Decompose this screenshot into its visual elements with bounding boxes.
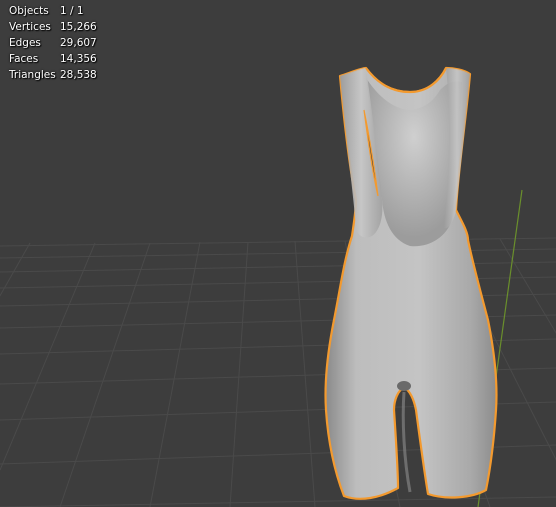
stat-value: 1 / 1 [60, 5, 84, 17]
mesh-crotch-shadow [397, 381, 411, 391]
stat-label: Triangles [9, 69, 56, 81]
stat-triangles: Triangles 28,538 [9, 67, 97, 83]
stat-vertices: Vertices 15,266 [9, 19, 97, 35]
stat-objects: Objects 1 / 1 [9, 3, 97, 19]
stat-label: Objects [9, 5, 49, 17]
stat-label: Faces [9, 53, 39, 65]
3d-viewport[interactable]: Objects 1 / 1 Vertices 15,266 Edges 29,6… [0, 0, 556, 507]
stat-label: Edges [9, 37, 41, 49]
stat-value: 14,356 [60, 53, 97, 65]
bib-shorts-mesh[interactable] [324, 66, 498, 500]
stat-value: 28,538 [60, 69, 97, 81]
stat-value: 15,266 [60, 21, 97, 33]
scene-statistics-overlay: Objects 1 / 1 Vertices 15,266 Edges 29,6… [9, 3, 97, 83]
stat-value: 29,607 [60, 37, 97, 49]
stat-faces: Faces 14,356 [9, 51, 97, 67]
stat-label: Vertices [9, 21, 51, 33]
stat-edges: Edges 29,607 [9, 35, 97, 51]
